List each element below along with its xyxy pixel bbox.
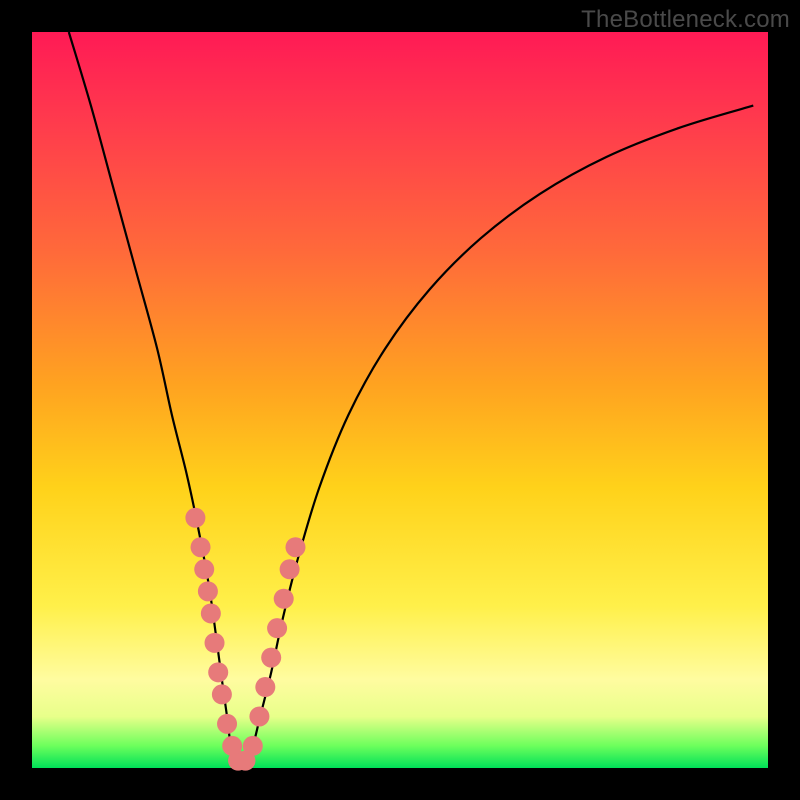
- marker-dots: [185, 508, 305, 771]
- marker-dot: [243, 736, 263, 756]
- marker-dot: [274, 589, 294, 609]
- marker-dot: [217, 714, 237, 734]
- marker-dot: [205, 633, 225, 653]
- marker-dot: [261, 648, 281, 668]
- watermark-text: TheBottleneck.com: [581, 6, 790, 34]
- marker-dot: [208, 662, 228, 682]
- marker-dot: [191, 537, 211, 557]
- marker-dot: [194, 559, 214, 579]
- marker-dot: [212, 684, 232, 704]
- marker-dot: [267, 618, 287, 638]
- marker-dot: [201, 603, 221, 623]
- marker-dot: [255, 677, 275, 697]
- plot-area: [32, 32, 768, 768]
- marker-dot: [280, 559, 300, 579]
- marker-dot: [198, 581, 218, 601]
- marker-dot: [285, 537, 305, 557]
- marker-dot: [185, 508, 205, 528]
- bottleneck-curve: [69, 32, 753, 764]
- chart-frame: TheBottleneck.com: [0, 0, 800, 800]
- marker-dot: [249, 706, 269, 726]
- curve-layer: [32, 32, 768, 768]
